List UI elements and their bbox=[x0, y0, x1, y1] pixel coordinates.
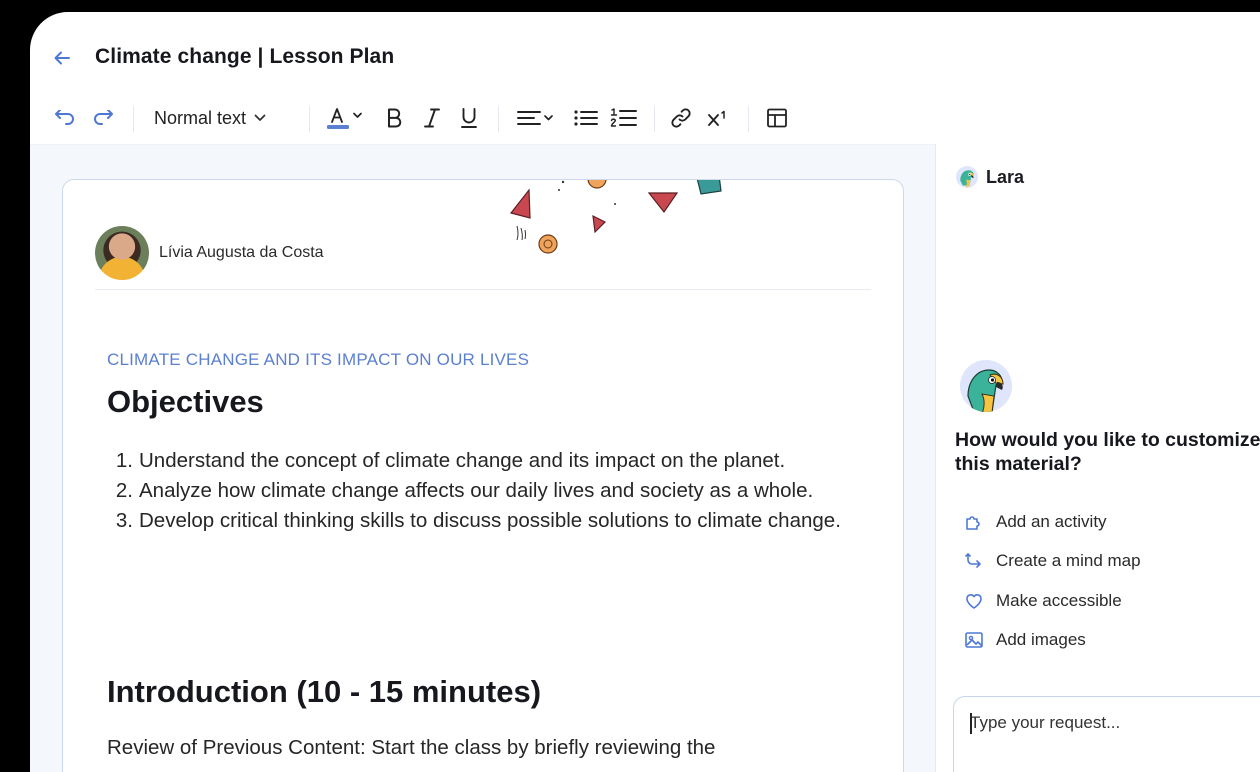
link-icon bbox=[671, 108, 691, 128]
image-icon bbox=[965, 632, 983, 649]
page-title: Climate change | Lesson Plan bbox=[95, 45, 395, 68]
document-page[interactable]: Lívia Augusta da Costa CLIMATE CHANGE AN… bbox=[62, 179, 904, 772]
list-item: 3. Develop critical thinking skills to d… bbox=[107, 506, 867, 536]
chevron-down-icon bbox=[254, 114, 266, 121]
mind-map-icon bbox=[965, 553, 981, 569]
assistant-question: How would you like to customize this mat… bbox=[955, 429, 1260, 475]
header-divider bbox=[95, 289, 871, 290]
list-item-number: 1. bbox=[115, 449, 133, 472]
bullet-list-icon bbox=[574, 110, 598, 126]
list-item-number: 3. bbox=[115, 509, 133, 532]
align-button[interactable] bbox=[514, 100, 560, 136]
author-name: Lívia Augusta da Costa bbox=[159, 244, 324, 261]
app-window: Climate change | Lesson Plan Normal text bbox=[30, 12, 1260, 772]
assistant-header: Lara bbox=[956, 166, 1024, 188]
undo-button[interactable] bbox=[50, 100, 80, 136]
request-box bbox=[953, 696, 1260, 772]
layout-button[interactable] bbox=[762, 100, 792, 136]
avatar[interactable] bbox=[95, 226, 149, 280]
numbered-list-button[interactable] bbox=[608, 100, 640, 136]
heart-icon bbox=[966, 593, 982, 609]
undo-icon bbox=[55, 110, 74, 125]
redo-button[interactable] bbox=[88, 100, 118, 136]
toolbar-divider bbox=[133, 106, 134, 132]
superscript-icon bbox=[708, 110, 725, 126]
superscript-button[interactable] bbox=[703, 100, 733, 136]
layout-icon bbox=[767, 108, 787, 128]
italic-icon bbox=[424, 108, 440, 128]
assistant-panel: Lara How would you like to customize thi… bbox=[935, 144, 1260, 772]
back-arrow-icon bbox=[54, 51, 70, 65]
bullet-list-button[interactable] bbox=[571, 100, 601, 136]
text-color-icon bbox=[327, 108, 362, 129]
align-icon bbox=[517, 111, 553, 125]
bold-icon bbox=[388, 108, 402, 128]
list-item-text: Analyze how climate change affects our d… bbox=[139, 479, 814, 502]
bold-button[interactable] bbox=[380, 100, 408, 136]
underline-button[interactable] bbox=[455, 100, 483, 136]
formatting-toolbar: Normal text bbox=[30, 100, 1260, 144]
add-activity-action[interactable]: Add an activity bbox=[964, 502, 1141, 542]
document-subtitle: CLIMATE CHANGE AND ITS IMPACT ON OUR LIV… bbox=[107, 350, 530, 369]
toolbar-divider bbox=[309, 106, 310, 132]
numbered-list-icon bbox=[610, 108, 637, 127]
add-images-action[interactable]: Add images bbox=[964, 621, 1141, 661]
assistant-avatar bbox=[960, 360, 1012, 412]
list-item-text: Develop critical thinking skills to disc… bbox=[139, 509, 841, 532]
puzzle-icon bbox=[966, 515, 980, 530]
text-style-select[interactable]: Normal text bbox=[154, 100, 266, 136]
toolbar-divider bbox=[748, 106, 749, 132]
introduction-text: Review of Previous Content: Start the cl… bbox=[107, 736, 716, 759]
objectives-heading: Objectives bbox=[107, 384, 264, 419]
toolbar-divider bbox=[498, 106, 499, 132]
back-button[interactable] bbox=[50, 46, 74, 70]
assistant-name: Lara bbox=[986, 166, 1025, 187]
action-label: Add an activity bbox=[996, 511, 1107, 531]
author-info: Lívia Augusta da Costa bbox=[95, 226, 324, 280]
text-style-value: Normal text bbox=[154, 107, 247, 128]
toolbar-divider bbox=[654, 106, 655, 132]
underline-icon bbox=[461, 108, 477, 128]
list-item-text: Understand the concept of climate change… bbox=[139, 449, 786, 472]
list-item: 1. Understand the concept of climate cha… bbox=[107, 446, 867, 476]
decorative-shapes-illustration bbox=[509, 180, 722, 254]
list-item-number: 2. bbox=[115, 479, 133, 502]
parrot-icon bbox=[960, 360, 1012, 412]
link-button[interactable] bbox=[666, 100, 696, 136]
action-label: Make accessible bbox=[996, 590, 1122, 610]
action-label: Create a mind map bbox=[996, 551, 1141, 571]
italic-button[interactable] bbox=[418, 100, 446, 136]
list-item: 2. Analyze how climate change affects ou… bbox=[107, 476, 867, 506]
request-input[interactable] bbox=[970, 713, 1260, 733]
introduction-heading: Introduction (10 - 15 minutes) bbox=[107, 674, 542, 709]
parrot-avatar-icon bbox=[956, 166, 978, 188]
redo-icon bbox=[94, 110, 113, 125]
action-label: Add images bbox=[996, 630, 1086, 650]
make-accessible-action[interactable]: Make accessible bbox=[964, 581, 1141, 621]
title-bar: Climate change | Lesson Plan bbox=[30, 12, 1260, 100]
customization-actions: Add an activity Create a mind map Make a… bbox=[964, 502, 1141, 660]
text-color-button[interactable] bbox=[324, 100, 368, 136]
create-mind-map-action[interactable]: Create a mind map bbox=[964, 542, 1141, 582]
objectives-list: 1. Understand the concept of climate cha… bbox=[107, 446, 867, 536]
document-workspace: Lívia Augusta da Costa CLIMATE CHANGE AN… bbox=[30, 144, 935, 772]
